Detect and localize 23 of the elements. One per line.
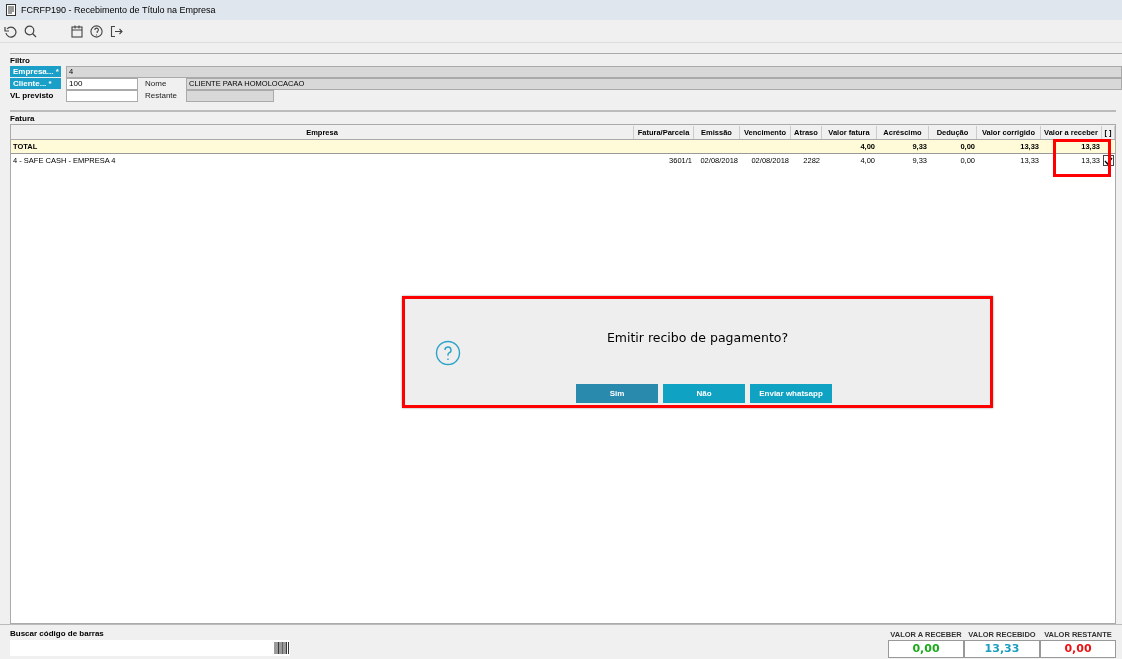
- search-icon[interactable]: [24, 24, 37, 38]
- calendar-icon[interactable]: [71, 24, 83, 38]
- highlight-box: [1053, 139, 1111, 177]
- dialog-button[interactable]: Sim: [576, 384, 658, 403]
- help-icon[interactable]: [90, 24, 103, 38]
- document-icon: [6, 4, 16, 16]
- field-label: Restante: [145, 91, 179, 100]
- exit-icon[interactable]: [110, 24, 123, 38]
- summary-value: 13,33: [964, 640, 1040, 658]
- barcode-icon[interactable]: [274, 641, 290, 655]
- dialog-message: Emitir recibo de pagamento?: [605, 330, 790, 345]
- field-label: Nome: [145, 79, 168, 88]
- section-title: Filtro: [10, 56, 31, 66]
- section-title: Fatura: [10, 114, 36, 124]
- summary-value: 0,00: [888, 640, 964, 658]
- barcode-field[interactable]: [10, 640, 290, 656]
- field-label: Buscar código de barras: [10, 629, 105, 639]
- field-label: VL previsto: [10, 91, 55, 100]
- summary-value: 0,00: [1040, 640, 1116, 658]
- undo-icon[interactable]: [4, 24, 17, 38]
- checkbox[interactable]: [1103, 155, 1114, 166]
- window-title: FCRFP190 - Recebimento de Título na Empresa: [21, 5, 216, 15]
- question-icon: [435, 340, 461, 366]
